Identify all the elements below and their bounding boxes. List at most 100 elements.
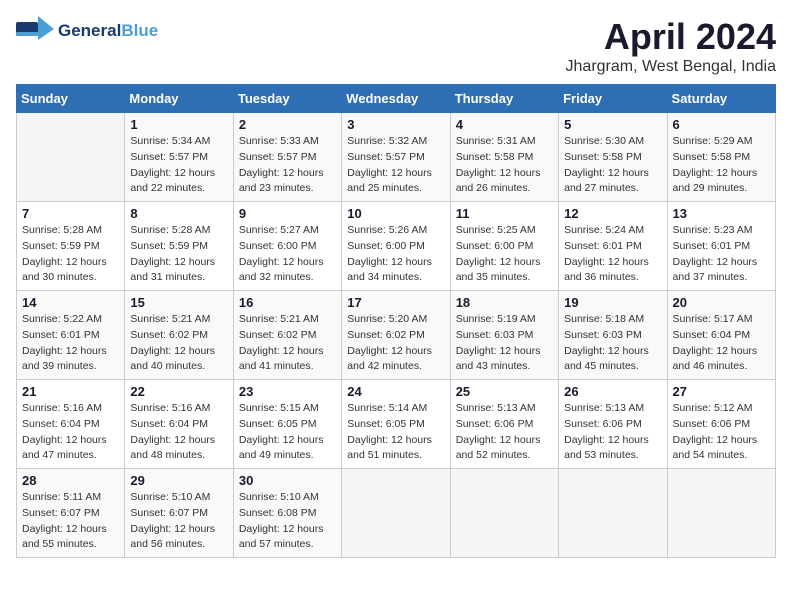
day-info: Sunrise: 5:13 AMSunset: 6:06 PMDaylight:… — [456, 401, 553, 464]
day-info: Sunrise: 5:13 AMSunset: 6:06 PMDaylight:… — [564, 401, 661, 464]
calendar-day-cell: 19 Sunrise: 5:18 AMSunset: 6:03 PMDayligh… — [559, 291, 667, 380]
day-info: Sunrise: 5:29 AMSunset: 5:58 PMDaylight:… — [673, 134, 770, 197]
day-number: 10 — [347, 206, 444, 221]
calendar-day-cell: 17 Sunrise: 5:20 AMSunset: 6:02 PMDayligh… — [342, 291, 450, 380]
day-number: 8 — [130, 206, 227, 221]
calendar-table: SundayMondayTuesdayWednesdayThursdayFrid… — [16, 84, 776, 558]
calendar-body: 1 Sunrise: 5:34 AMSunset: 5:57 PMDaylight… — [17, 113, 776, 558]
title-area: April 2024 Jhargram, West Bengal, India — [566, 16, 776, 76]
calendar-day-cell — [450, 469, 558, 558]
day-number: 17 — [347, 295, 444, 310]
day-number: 29 — [130, 473, 227, 488]
day-info: Sunrise: 5:25 AMSunset: 6:00 PMDaylight:… — [456, 223, 553, 286]
calendar-day-cell: 14Sunrise: 5:22 AMSunset: 6:01 PMDayligh… — [17, 291, 125, 380]
day-number: 7 — [22, 206, 119, 221]
page-header: GeneralBlue April 2024 Jhargram, West Be… — [16, 16, 776, 76]
day-info: Sunrise: 5:21 AMSunset: 6:02 PMDaylight:… — [239, 312, 336, 375]
calendar-day-cell: 9 Sunrise: 5:27 AMSunset: 6:00 PMDaylight… — [233, 202, 341, 291]
calendar-week-row: 1 Sunrise: 5:34 AMSunset: 5:57 PMDaylight… — [17, 113, 776, 202]
day-number: 25 — [456, 384, 553, 399]
day-info: Sunrise: 5:16 AMSunset: 6:04 PMDaylight:… — [130, 401, 227, 464]
calendar-day-cell: 15 Sunrise: 5:21 AMSunset: 6:02 PMDayligh… — [125, 291, 233, 380]
day-number: 4 — [456, 117, 553, 132]
day-info: Sunrise: 5:18 AMSunset: 6:03 PMDaylight:… — [564, 312, 661, 375]
day-number: 19 — [564, 295, 661, 310]
day-info: Sunrise: 5:14 AMSunset: 6:05 PMDaylight:… — [347, 401, 444, 464]
day-info: Sunrise: 5:17 AMSunset: 6:04 PMDaylight:… — [673, 312, 770, 375]
calendar-day-cell: 5 Sunrise: 5:30 AMSunset: 5:58 PMDaylight… — [559, 113, 667, 202]
logo-text: GeneralBlue — [58, 21, 158, 41]
calendar-day-cell: 8 Sunrise: 5:28 AMSunset: 5:59 PMDaylight… — [125, 202, 233, 291]
day-number: 16 — [239, 295, 336, 310]
calendar-day-cell: 29 Sunrise: 5:10 AMSunset: 6:07 PMDayligh… — [125, 469, 233, 558]
day-info: Sunrise: 5:28 AMSunset: 5:59 PMDaylight:… — [22, 223, 119, 286]
day-number: 27 — [673, 384, 770, 399]
day-number: 12 — [564, 206, 661, 221]
calendar-col-header: Wednesday — [342, 85, 450, 113]
calendar-day-cell: 30 Sunrise: 5:10 AMSunset: 6:08 PMDayligh… — [233, 469, 341, 558]
location: Jhargram, West Bengal, India — [566, 58, 776, 76]
day-number: 13 — [673, 206, 770, 221]
day-info: Sunrise: 5:26 AMSunset: 6:00 PMDaylight:… — [347, 223, 444, 286]
calendar-col-header: Monday — [125, 85, 233, 113]
day-info: Sunrise: 5:19 AMSunset: 6:03 PMDaylight:… — [456, 312, 553, 375]
calendar-day-cell: 2 Sunrise: 5:33 AMSunset: 5:57 PMDaylight… — [233, 113, 341, 202]
day-number: 9 — [239, 206, 336, 221]
day-number: 5 — [564, 117, 661, 132]
day-number: 26 — [564, 384, 661, 399]
calendar-day-cell: 11 Sunrise: 5:25 AMSunset: 6:00 PMDayligh… — [450, 202, 558, 291]
calendar-day-cell: 21Sunrise: 5:16 AMSunset: 6:04 PMDayligh… — [17, 380, 125, 469]
logo-icon — [16, 16, 54, 46]
day-info: Sunrise: 5:15 AMSunset: 6:05 PMDaylight:… — [239, 401, 336, 464]
calendar-col-header: Sunday — [17, 85, 125, 113]
day-number: 15 — [130, 295, 227, 310]
calendar-day-cell: 1 Sunrise: 5:34 AMSunset: 5:57 PMDaylight… — [125, 113, 233, 202]
day-info: Sunrise: 5:10 AMSunset: 6:07 PMDaylight:… — [130, 490, 227, 553]
day-number: 22 — [130, 384, 227, 399]
calendar-day-cell: 7 Sunrise: 5:28 AMSunset: 5:59 PMDaylight… — [17, 202, 125, 291]
day-number: 6 — [673, 117, 770, 132]
day-info: Sunrise: 5:21 AMSunset: 6:02 PMDaylight:… — [130, 312, 227, 375]
day-number: 1 — [130, 117, 227, 132]
day-info: Sunrise: 5:10 AMSunset: 6:08 PMDaylight:… — [239, 490, 336, 553]
calendar-day-cell: 22 Sunrise: 5:16 AMSunset: 6:04 PMDayligh… — [125, 380, 233, 469]
day-info: Sunrise: 5:30 AMSunset: 5:58 PMDaylight:… — [564, 134, 661, 197]
day-number: 23 — [239, 384, 336, 399]
calendar-day-cell — [342, 469, 450, 558]
calendar-week-row: 7 Sunrise: 5:28 AMSunset: 5:59 PMDaylight… — [17, 202, 776, 291]
day-info: Sunrise: 5:34 AMSunset: 5:57 PMDaylight:… — [130, 134, 227, 197]
calendar-day-cell: 28Sunrise: 5:11 AMSunset: 6:07 PMDayligh… — [17, 469, 125, 558]
calendar-day-cell — [559, 469, 667, 558]
day-info: Sunrise: 5:22 AMSunset: 6:01 PMDaylight:… — [22, 312, 119, 375]
calendar-col-header: Friday — [559, 85, 667, 113]
calendar-day-cell: 10 Sunrise: 5:26 AMSunset: 6:00 PMDayligh… — [342, 202, 450, 291]
logo: GeneralBlue — [16, 16, 158, 46]
day-info: Sunrise: 5:27 AMSunset: 6:00 PMDaylight:… — [239, 223, 336, 286]
calendar-day-cell: 24 Sunrise: 5:14 AMSunset: 6:05 PMDayligh… — [342, 380, 450, 469]
calendar-header-row: SundayMondayTuesdayWednesdayThursdayFrid… — [17, 85, 776, 113]
day-info: Sunrise: 5:20 AMSunset: 6:02 PMDaylight:… — [347, 312, 444, 375]
calendar-day-cell: 3 Sunrise: 5:32 AMSunset: 5:57 PMDaylight… — [342, 113, 450, 202]
day-number: 3 — [347, 117, 444, 132]
day-info: Sunrise: 5:33 AMSunset: 5:57 PMDaylight:… — [239, 134, 336, 197]
calendar-day-cell: 26 Sunrise: 5:13 AMSunset: 6:06 PMDayligh… — [559, 380, 667, 469]
calendar-col-header: Tuesday — [233, 85, 341, 113]
day-number: 2 — [239, 117, 336, 132]
calendar-week-row: 21Sunrise: 5:16 AMSunset: 6:04 PMDayligh… — [17, 380, 776, 469]
day-number: 30 — [239, 473, 336, 488]
day-info: Sunrise: 5:11 AMSunset: 6:07 PMDaylight:… — [22, 490, 119, 553]
day-number: 18 — [456, 295, 553, 310]
day-info: Sunrise: 5:32 AMSunset: 5:57 PMDaylight:… — [347, 134, 444, 197]
calendar-day-cell: 6 Sunrise: 5:29 AMSunset: 5:58 PMDaylight… — [667, 113, 775, 202]
calendar-col-header: Thursday — [450, 85, 558, 113]
day-info: Sunrise: 5:12 AMSunset: 6:06 PMDaylight:… — [673, 401, 770, 464]
day-info: Sunrise: 5:24 AMSunset: 6:01 PMDaylight:… — [564, 223, 661, 286]
day-number: 20 — [673, 295, 770, 310]
calendar-day-cell: 4Sunrise: 5:31 AMSunset: 5:58 PMDaylight… — [450, 113, 558, 202]
day-number: 11 — [456, 206, 553, 221]
calendar-week-row: 14Sunrise: 5:22 AMSunset: 6:01 PMDayligh… — [17, 291, 776, 380]
calendar-day-cell — [17, 113, 125, 202]
day-info: Sunrise: 5:28 AMSunset: 5:59 PMDaylight:… — [130, 223, 227, 286]
calendar-day-cell: 27 Sunrise: 5:12 AMSunset: 6:06 PMDayligh… — [667, 380, 775, 469]
day-number: 24 — [347, 384, 444, 399]
